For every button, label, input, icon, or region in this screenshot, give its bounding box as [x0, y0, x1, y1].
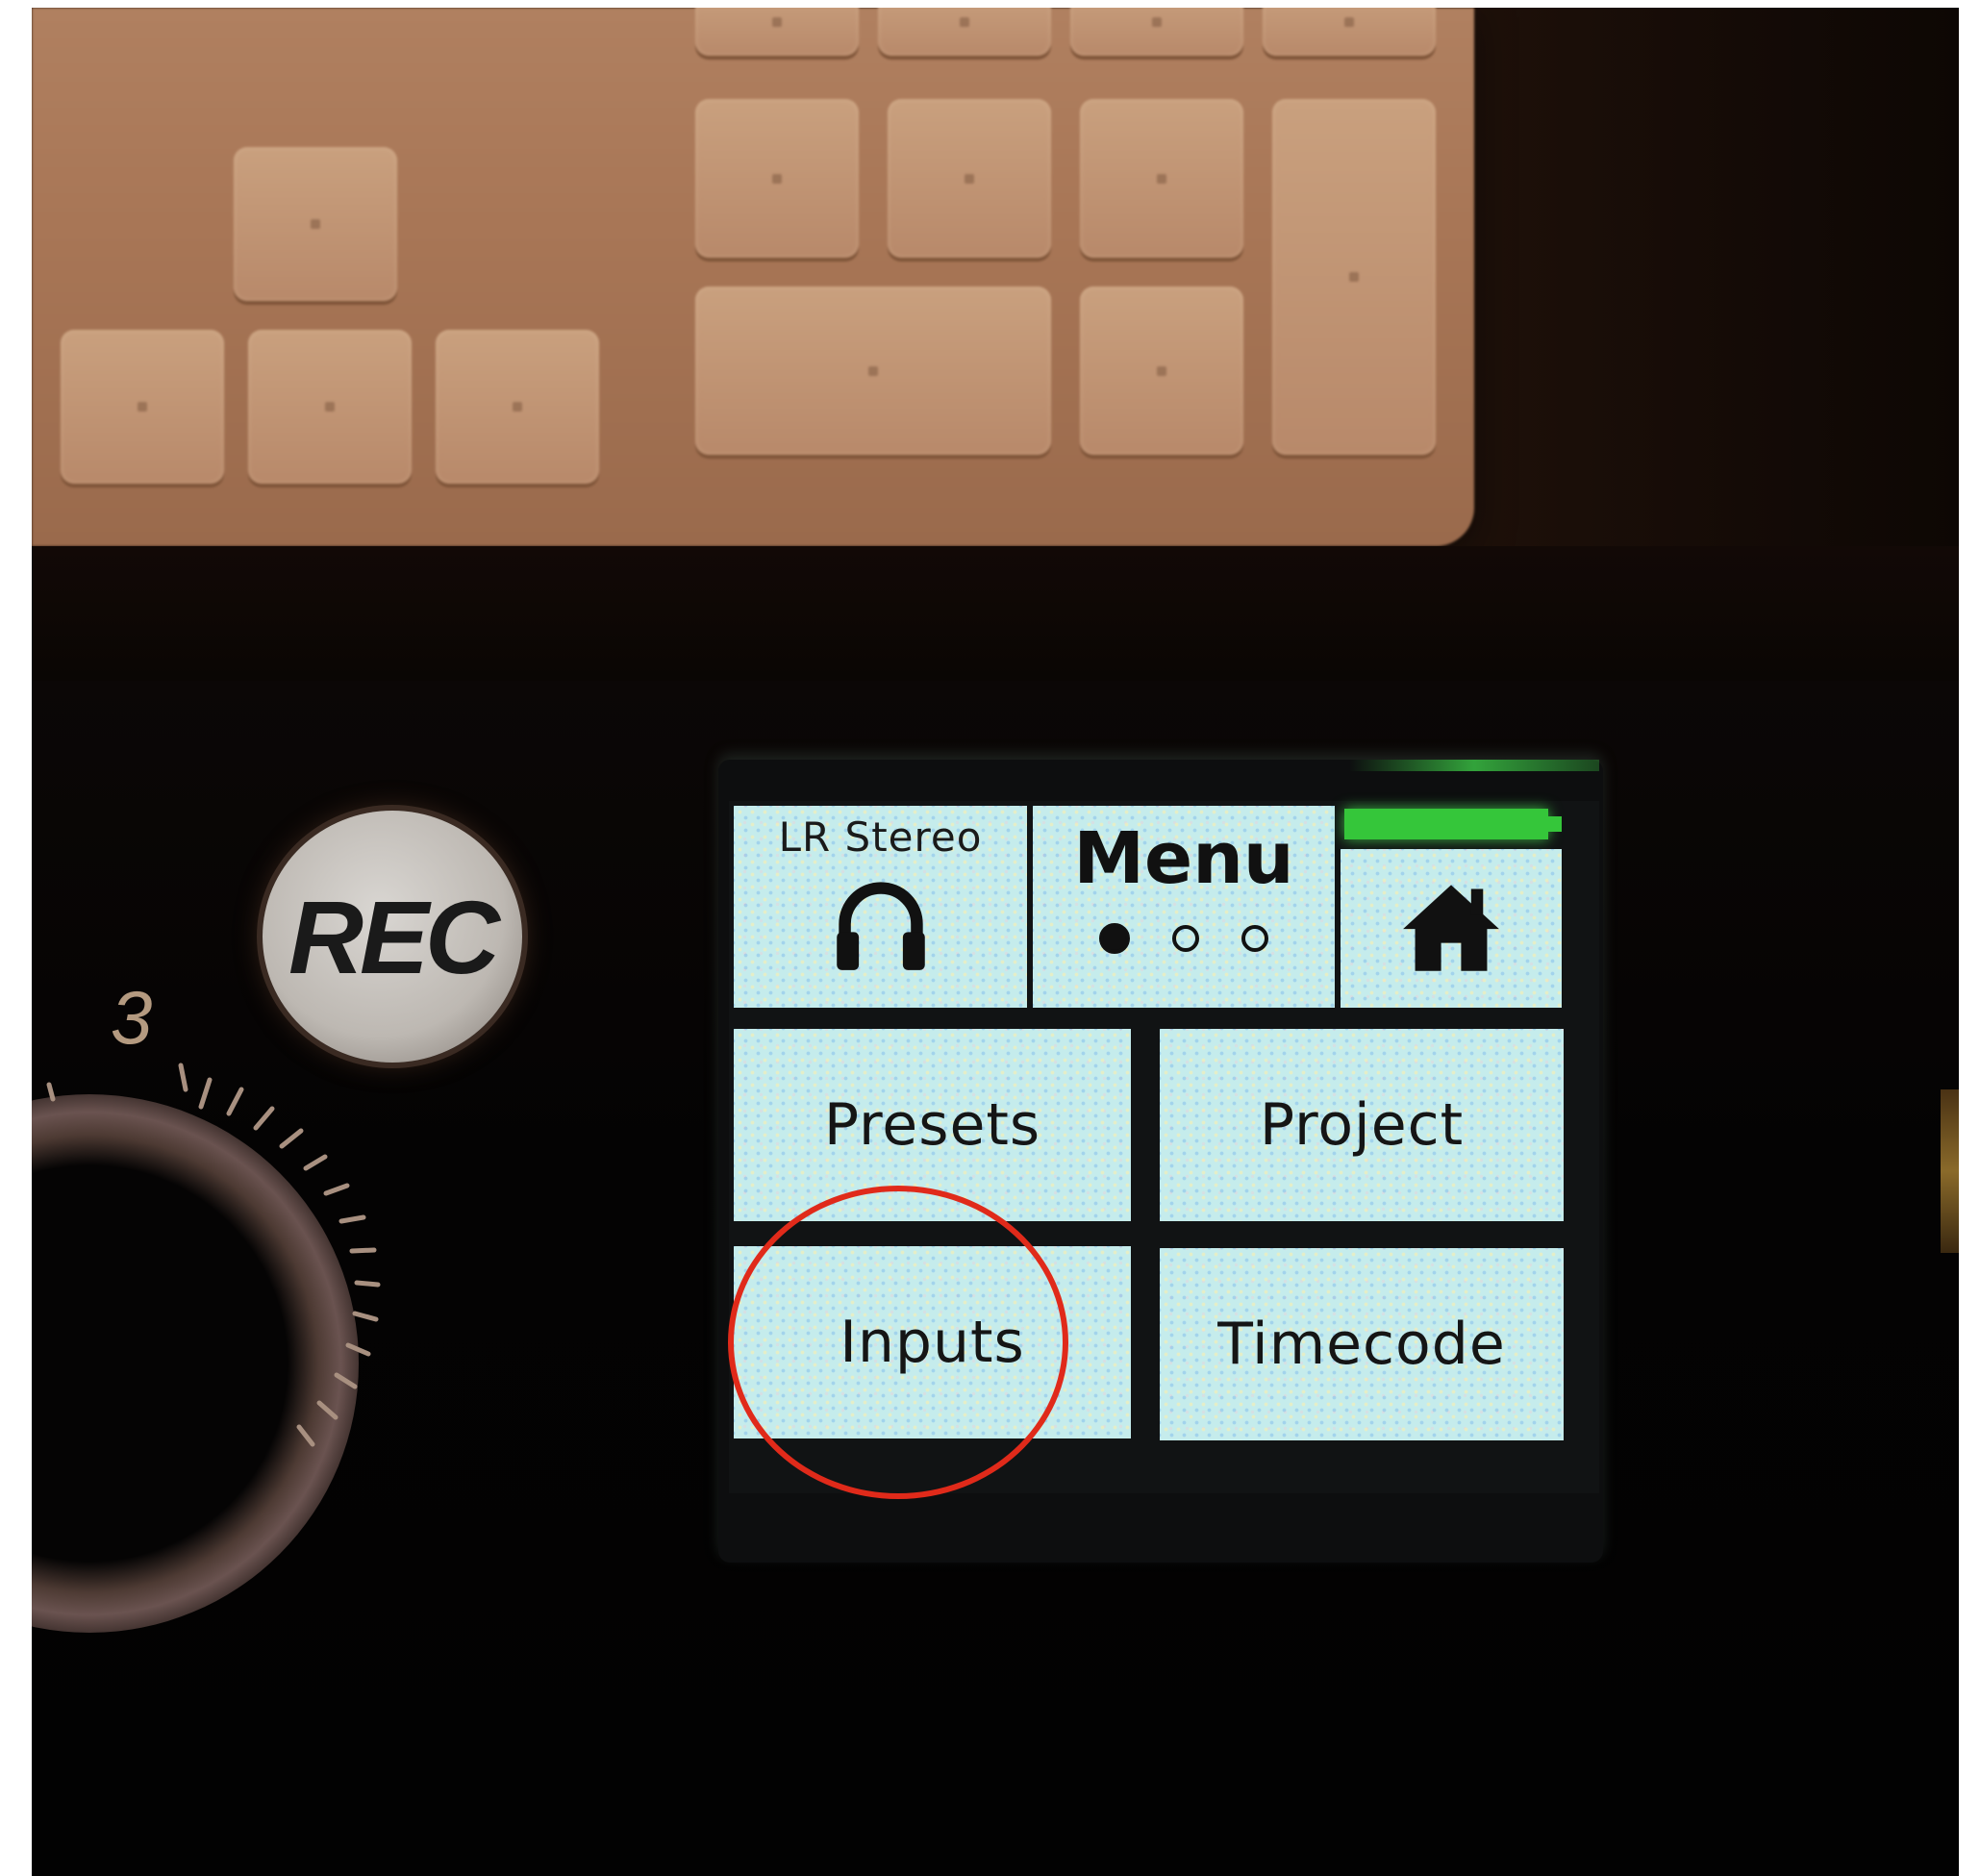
project-button[interactable]: Project: [1160, 1029, 1564, 1221]
presets-label: Presets: [823, 1091, 1041, 1159]
dial-tick: [354, 1280, 381, 1288]
menu-header: Menu: [1033, 806, 1335, 1008]
inputs-button[interactable]: Inputs: [734, 1246, 1131, 1438]
keyboard-key: [1080, 287, 1243, 455]
headphones-icon: [831, 874, 931, 978]
desk-edge: [32, 546, 1959, 681]
keyboard-key: [436, 330, 599, 484]
keyboard-key: [1080, 99, 1243, 258]
rec-button[interactable]: REC: [263, 811, 522, 1063]
keyboard-key: [1070, 8, 1243, 56]
dial-tick: [345, 1342, 371, 1357]
dial-tick: [279, 1128, 304, 1149]
rec-button-label: REC: [288, 878, 500, 995]
touchscreen: LR Stereo Menu Presets Project Inputs Ti…: [729, 801, 1599, 1493]
dial-scale: [46, 1063, 381, 1447]
screen-glow: [1349, 760, 1599, 771]
keyboard-key: [888, 99, 1051, 258]
dial-tick: [316, 1400, 338, 1420]
dial-tick: [296, 1424, 315, 1447]
page-indicator: [1099, 923, 1268, 954]
presets-button[interactable]: Presets: [734, 1029, 1131, 1221]
keyboard-key: [61, 330, 224, 484]
dial-tick: [253, 1106, 275, 1131]
timecode-label: Timecode: [1217, 1311, 1506, 1378]
recorder-body: 3 REC LR Stereo Menu Presets Project Inp…: [32, 681, 1959, 1876]
keyboard-key: [1272, 99, 1436, 455]
page-dot-active: [1099, 923, 1130, 954]
battery-indicator: [1344, 809, 1548, 839]
dial-number: 3: [111, 975, 153, 1060]
menu-title: Menu: [1073, 817, 1294, 900]
project-label: Project: [1259, 1091, 1465, 1159]
monitor-source-label: LR Stereo: [778, 813, 983, 861]
battery-terminal: [1548, 816, 1562, 832]
dial-tick: [46, 1082, 56, 1102]
monitor-source-button[interactable]: LR Stereo: [734, 806, 1027, 1008]
keyboard-key: [695, 287, 1051, 455]
dial-tick: [334, 1372, 358, 1389]
keyboard-key: [695, 99, 859, 258]
dial-tick: [226, 1087, 244, 1116]
dial-tick: [323, 1183, 350, 1196]
dial-tick: [303, 1154, 328, 1171]
photo: 3 REC LR Stereo Menu Presets Project Inp…: [32, 8, 1959, 1876]
inputs-label: Inputs: [840, 1309, 1025, 1376]
dial-tick: [349, 1247, 377, 1254]
timecode-button[interactable]: Timecode: [1160, 1248, 1564, 1440]
keyboard: [32, 8, 1474, 546]
dial-tick: [352, 1311, 379, 1322]
dial-tick: [338, 1214, 366, 1224]
desk-background: [32, 8, 1959, 681]
keyboard-key: [234, 147, 397, 301]
home-button[interactable]: [1341, 849, 1562, 1008]
keyboard-key: [695, 8, 859, 56]
keyboard-key: [248, 330, 412, 484]
page-dot: [1172, 925, 1199, 952]
page-dot: [1241, 925, 1268, 952]
home-icon: [1401, 881, 1501, 977]
keyboard-key: [878, 8, 1051, 56]
keyboard-key: [1263, 8, 1436, 56]
side-light: [1941, 1089, 1959, 1253]
dial-tick: [198, 1077, 213, 1110]
dial-tick: [178, 1063, 188, 1092]
